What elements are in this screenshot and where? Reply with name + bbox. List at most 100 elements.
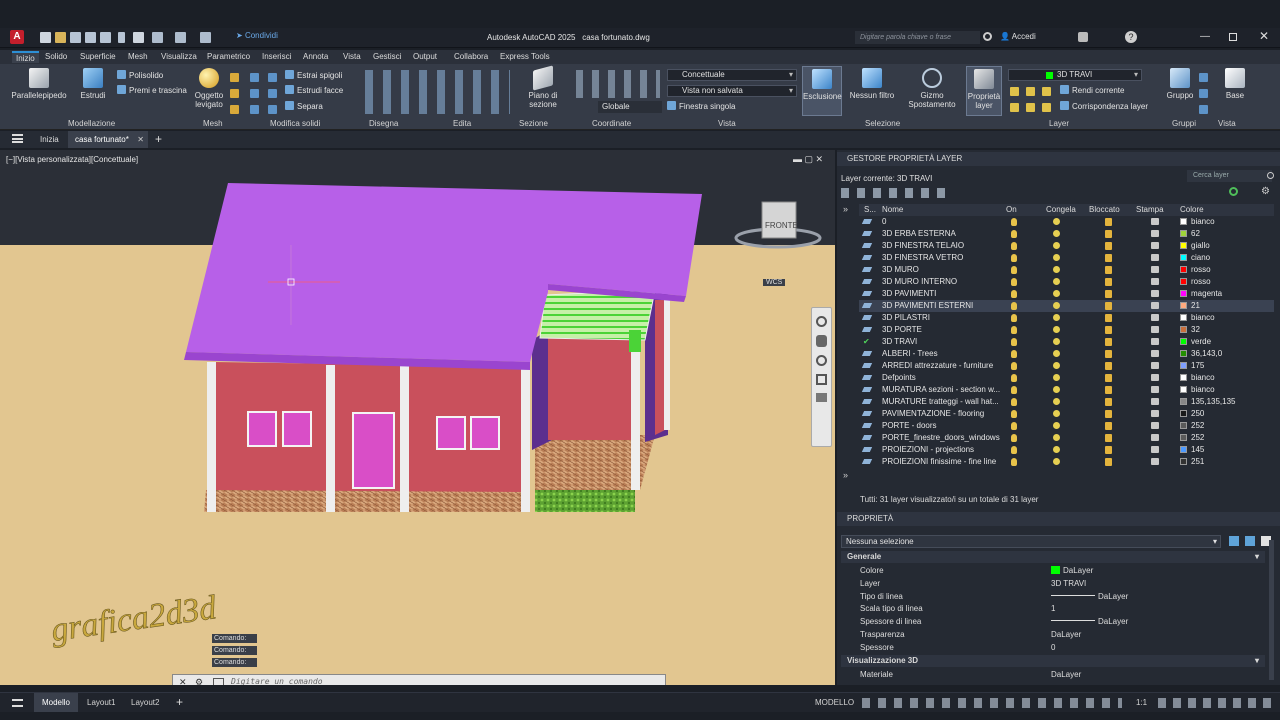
add-layout-button[interactable]: + (176, 695, 183, 709)
layer-row[interactable]: 3D PAVIMENTI ESTERNI 21 (859, 300, 1274, 312)
solid-edit-icon[interactable] (268, 73, 277, 82)
share-button[interactable]: ➤ Condividi (236, 31, 278, 40)
layer-color[interactable]: 21 (1191, 300, 1200, 312)
proprieta-layer-button[interactable]: Proprietà layer (966, 66, 1002, 116)
ucs-label[interactable]: WCS (763, 279, 786, 286)
layer-row[interactable]: 3D PAVIMENTI magenta (859, 288, 1274, 300)
layer-row[interactable]: Defpoints bianco (859, 372, 1274, 384)
tab-layout2[interactable]: Layout2 (131, 698, 159, 707)
lock-icon[interactable] (1105, 446, 1112, 454)
layer-row[interactable]: ARREDI attrezzature - furniture 175 (859, 360, 1274, 372)
color-swatch[interactable] (1180, 458, 1187, 465)
layer-name[interactable]: PORTE - doors (882, 420, 937, 432)
layer-name[interactable]: MURATURA sezioni - section w... (882, 384, 1000, 396)
ribbon-tab-solido[interactable]: Solido (45, 51, 67, 63)
maximize-button[interactable] (1229, 33, 1237, 41)
refresh-icon[interactable] (1229, 187, 1238, 196)
panel-title-modifica-solidi[interactable]: Modifica solidi (270, 119, 320, 128)
layer-row[interactable]: ✔ 3D TRAVI verde (859, 336, 1274, 348)
lightbulb-icon[interactable] (1011, 446, 1017, 454)
layer-row[interactable]: MURATURA sezioni - section w... bianco (859, 384, 1274, 396)
solid-edit-icon[interactable] (250, 73, 259, 82)
solid-edit-icon[interactable] (250, 105, 259, 114)
lock-icon[interactable] (1105, 362, 1112, 370)
undo-icon[interactable] (152, 32, 163, 43)
layer-name[interactable]: 3D FINESTRA TELAIO (882, 240, 964, 252)
viewcube-face[interactable]: FRONTE (765, 221, 798, 230)
layer-search-input[interactable]: Cerca layer (1187, 170, 1272, 182)
panel-title-sezione[interactable]: Sezione (519, 119, 548, 128)
layer-color[interactable]: 135,135,135 (1191, 396, 1236, 408)
printer-icon[interactable] (1151, 290, 1159, 297)
tab-modello[interactable]: Modello (34, 693, 78, 712)
close-button[interactable]: ✕ (1259, 29, 1269, 43)
property-value[interactable]: DaLayer (1098, 617, 1128, 626)
polisolido-button[interactable]: Polisolido (117, 70, 163, 82)
layer-row[interactable]: PROIEZIONI - projections 145 (859, 444, 1274, 456)
panel-title-modellazione[interactable]: Modellazione (68, 119, 115, 128)
ribbon-tab-mesh[interactable]: Mesh (128, 51, 148, 63)
filter-tree-toggle[interactable]: » (843, 204, 848, 214)
col-name[interactable]: Nome (882, 204, 903, 216)
printer-icon[interactable] (1151, 362, 1159, 369)
layer-color[interactable]: rosso (1191, 264, 1211, 276)
panel-title-edita[interactable]: Edita (453, 119, 471, 128)
layer-row[interactable]: 3D PORTE 32 (859, 324, 1274, 336)
annotation-scale[interactable]: 1:1 (1136, 698, 1147, 707)
printer-icon[interactable] (1151, 458, 1159, 465)
quick-select-icon[interactable] (1229, 536, 1239, 546)
tab-document[interactable]: casa fortunato* ✕ (68, 131, 148, 148)
layer-name[interactable]: PROIEZIONI - projections (882, 444, 974, 456)
property-value[interactable]: DaLayer (1063, 566, 1093, 575)
ribbon-tab-inizio[interactable]: Inizio (12, 51, 39, 63)
oggetto-levigato-button[interactable]: Oggetto levigato (190, 68, 228, 109)
property-row[interactable]: Trasparenza DaLayer (841, 629, 1265, 641)
printer-icon[interactable] (1151, 254, 1159, 261)
tab-start[interactable]: Inizia (40, 135, 59, 144)
lock-icon[interactable] (1105, 386, 1112, 394)
rendi-corrente-button[interactable]: Rendi corrente (1060, 85, 1124, 97)
mobile-icon[interactable] (118, 32, 125, 43)
properties-header[interactable]: PROPRIETÀ (837, 512, 1280, 526)
globale-combo[interactable]: Globale (598, 101, 662, 113)
panel-title-vista[interactable]: Vista (1218, 119, 1236, 128)
layer-toolbar[interactable] (841, 188, 951, 198)
sun-icon[interactable] (1053, 326, 1060, 333)
layer-tool-icon[interactable] (1010, 87, 1019, 96)
layout-menu-icon[interactable] (12, 699, 23, 707)
corrispondenza-layer-button[interactable]: Corrispondenza layer (1060, 101, 1148, 113)
ribbon-tab-visualizza[interactable]: Visualizza (161, 51, 197, 63)
lightbulb-icon[interactable] (1011, 398, 1017, 406)
color-swatch[interactable] (1180, 242, 1187, 249)
plot-icon[interactable] (133, 32, 144, 43)
base-button[interactable]: Base (1220, 68, 1250, 100)
ribbon-tab-collabora[interactable]: Collabora (454, 51, 488, 63)
ribbon-tab-output[interactable]: Output (413, 51, 437, 63)
workspace-icon[interactable] (200, 32, 211, 43)
lock-icon[interactable] (1105, 278, 1112, 286)
printer-icon[interactable] (1151, 302, 1159, 309)
mesh-tool-icon[interactable] (230, 89, 239, 98)
mesh-tool-icon[interactable] (230, 73, 239, 82)
layer-name[interactable]: Defpoints (882, 372, 916, 384)
cart-icon[interactable] (1078, 32, 1088, 42)
layer-row[interactable]: 3D PILASTRI bianco (859, 312, 1274, 324)
draw-tools-grid[interactable] (360, 70, 510, 114)
lock-icon[interactable] (1105, 458, 1112, 466)
lightbulb-icon[interactable] (1011, 374, 1017, 382)
lock-icon[interactable] (1105, 350, 1112, 358)
property-value[interactable]: DaLayer (1051, 630, 1081, 639)
mesh-tool-icon[interactable] (230, 105, 239, 114)
col-plot[interactable]: Stampa (1136, 204, 1164, 216)
layer-row[interactable]: MURATURE tratteggi - wall hat... 135,135,… (859, 396, 1274, 408)
close-command-icon[interactable]: ✕ (179, 677, 187, 685)
color-swatch[interactable] (1180, 386, 1187, 393)
esclusione-button[interactable]: Esclusione (802, 66, 842, 116)
signin-button[interactable]: 👤 Accedi (1000, 32, 1036, 41)
customize-command-icon[interactable]: ⚙ (195, 677, 203, 685)
lightbulb-icon[interactable] (1011, 278, 1017, 286)
ribbon-tab-vista[interactable]: Vista (343, 51, 361, 63)
sun-icon[interactable] (1053, 350, 1060, 357)
minimize-button[interactable]: — (1200, 31, 1210, 42)
lightbulb-icon[interactable] (1011, 218, 1017, 226)
